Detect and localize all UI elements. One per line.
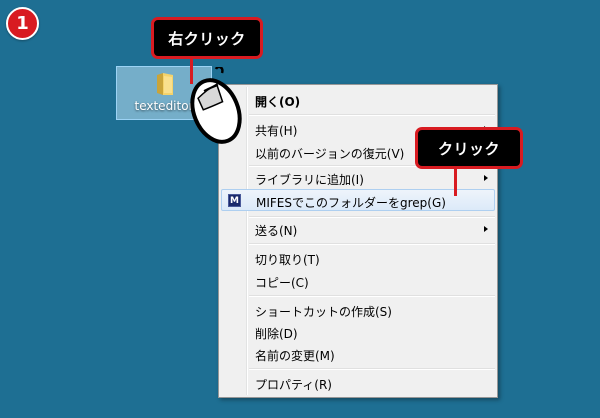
menu-item-label: ショートカットの作成(S) — [255, 305, 392, 319]
menu-item-delete[interactable]: 削除(D) — [221, 321, 495, 343]
click-callout: クリック — [415, 127, 523, 169]
menu-item-label: 削除(D) — [255, 327, 298, 341]
menu-separator — [249, 368, 495, 370]
menu-item-label: MIFESでこのフォルダーをgrep(G) — [256, 196, 446, 210]
menu-item-label: ライブラリに追加(I) — [255, 173, 364, 187]
menu-item-rename[interactable]: 名前の変更(M) — [221, 343, 495, 365]
folder-icon — [157, 73, 173, 95]
submenu-arrow-icon — [484, 226, 488, 232]
menu-item-properties[interactable]: プロパティ(R) — [221, 372, 495, 394]
menu-item-create-shortcut[interactable]: ショートカットの作成(S) — [221, 299, 495, 321]
menu-separator — [249, 114, 495, 116]
menu-separator — [249, 243, 495, 245]
menu-item-label: プロパティ(R) — [255, 378, 332, 392]
menu-item-label: 以前のバージョンの復元(V) — [255, 147, 405, 161]
menu-item-open[interactable]: 開く(O) — [221, 89, 495, 111]
mifes-icon: M — [228, 194, 241, 207]
menu-item-label: コピー(C) — [255, 276, 309, 290]
menu-separator — [249, 295, 495, 297]
menu-item-copy[interactable]: コピー(C) — [221, 270, 495, 292]
submenu-arrow-icon — [484, 175, 488, 181]
right-click-callout: 右クリック — [151, 17, 263, 59]
menu-item-cut[interactable]: 切り取り(T) — [221, 247, 495, 269]
menu-item-send-to[interactable]: 送る(N) — [221, 218, 495, 240]
menu-item-label: 開く(O) — [255, 95, 301, 109]
menu-item-label: 共有(H) — [255, 124, 298, 138]
mouse-icon — [190, 67, 242, 144]
menu-item-label: 切り取り(T) — [255, 253, 320, 267]
menu-item-label: 名前の変更(M) — [255, 349, 335, 363]
menu-item-label: 送る(N) — [255, 224, 298, 238]
click-pointer-line — [454, 168, 457, 196]
step-number-badge: 1 — [6, 7, 39, 40]
